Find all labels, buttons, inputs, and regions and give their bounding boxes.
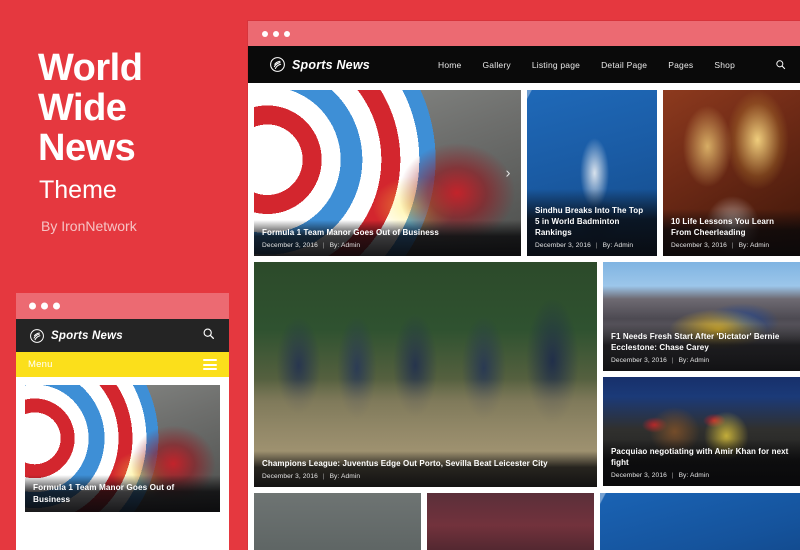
- mobile-site-brand[interactable]: Sports News: [30, 328, 123, 343]
- hero-main-caption: Formula 1 Team Manor Goes Out of Busines…: [254, 220, 521, 256]
- mobile-window-minimize-dot[interactable]: [41, 302, 48, 310]
- secondary-row: Champions League: Juventus Edge Out Port…: [254, 262, 800, 487]
- meta-separator: |: [595, 242, 598, 249]
- swirl-logo-icon: [270, 57, 285, 72]
- mobile-window-maximize-dot[interactable]: [53, 302, 60, 310]
- hero-side-1-meta: December 3, 2016 | By: Admin: [535, 242, 649, 249]
- featured-author: By: Admin: [329, 473, 361, 480]
- hero-side-2-date: December 3, 2016: [671, 242, 727, 249]
- right-card-2-meta: December 3, 2016 | By: Admin: [611, 472, 794, 479]
- hero-card-cheerleading[interactable]: 10 Life Lessons You Learn From Cheerlead…: [663, 90, 800, 256]
- hero-card-badminton[interactable]: Sindhu Breaks Into The Top 5 in World Ba…: [527, 90, 657, 256]
- meta-separator: |: [671, 357, 674, 364]
- nav-item-home[interactable]: Home: [438, 60, 461, 70]
- hero-side-1-title: Sindhu Breaks Into The Top 5 in World Ba…: [535, 206, 644, 237]
- hero-side-1-author: By: Admin: [602, 242, 634, 249]
- nav-item-gallery[interactable]: Gallery: [483, 60, 511, 70]
- desktop-window-chrome: [248, 21, 800, 46]
- hero-side-2-meta: December 3, 2016 | By: Admin: [671, 242, 794, 249]
- hero-side-2-author: By: Admin: [738, 242, 770, 249]
- mobile-content: Formula 1 Team Manor Goes Out of Busines…: [16, 377, 229, 512]
- window-control-dots: [262, 30, 290, 37]
- screenshot-root: World Wide News Theme By IronNetwork Spo…: [0, 0, 800, 550]
- nav-item-shop[interactable]: Shop: [714, 60, 735, 70]
- mobile-site-brand-label: Sports News: [51, 329, 123, 342]
- bottom-card-3[interactable]: [600, 493, 800, 550]
- hero-main-author: By: Admin: [329, 242, 361, 249]
- right-card-2-title: Pacquiao negotiating with Amir Khan for …: [611, 447, 789, 467]
- featured-caption: Champions League: Juventus Edge Out Port…: [254, 451, 597, 487]
- card-f1-fresh-start[interactable]: F1 Needs Fresh Start After 'Dictator' Be…: [603, 262, 800, 371]
- site-brand-label: Sports News: [292, 57, 370, 72]
- hero-main-date: December 3, 2016: [262, 242, 318, 249]
- window-close-dot[interactable]: [262, 30, 268, 37]
- swirl-logo-icon: [30, 328, 44, 343]
- chevron-left-icon[interactable]: ‹: [260, 165, 274, 182]
- bottom-card-2[interactable]: [427, 493, 594, 550]
- search-icon[interactable]: [202, 327, 215, 345]
- page-title: World Wide News: [38, 48, 238, 168]
- search-icon[interactable]: [775, 59, 786, 70]
- hamburger-icon[interactable]: [203, 359, 217, 370]
- bottom-card-1-image: [254, 493, 421, 550]
- right-card-1-caption: F1 Needs Fresh Start After 'Dictator' Be…: [603, 324, 800, 371]
- promo-title-line-1: World: [38, 47, 143, 89]
- hero-side-1-date: December 3, 2016: [535, 242, 591, 249]
- mobile-browser-mockup: Sports News Menu Formula 1 Team Manor Go…: [16, 293, 229, 550]
- right-card-1-author: By: Admin: [678, 357, 710, 364]
- hero-slider[interactable]: ‹ › Formula 1 Team Manor Goes Out of Bus…: [254, 90, 521, 256]
- hero-main-title: Formula 1 Team Manor Goes Out of Busines…: [262, 228, 439, 237]
- right-card-column: F1 Needs Fresh Start After 'Dictator' Be…: [603, 262, 800, 487]
- nav-item-detail-page[interactable]: Detail Page: [601, 60, 647, 70]
- featured-title: Champions League: Juventus Edge Out Port…: [262, 459, 548, 468]
- right-card-1-date: December 3, 2016: [611, 357, 667, 364]
- hero-side-2-title: 10 Life Lessons You Learn From Cheerlead…: [671, 217, 775, 237]
- card-pacquiao-khan[interactable]: Pacquiao negotiating with Amir Khan for …: [603, 377, 800, 486]
- window-minimize-dot[interactable]: [273, 30, 279, 37]
- right-card-2-author: By: Admin: [678, 472, 710, 479]
- mobile-window-close-dot[interactable]: [29, 302, 36, 310]
- bottom-card-3-image: [600, 493, 800, 550]
- mobile-card-title: Formula 1 Team Manor Goes Out of Busines…: [33, 483, 175, 504]
- site-content: ‹ › Formula 1 Team Manor Goes Out of Bus…: [248, 83, 800, 550]
- nav-item-listing-page[interactable]: Listing page: [532, 60, 580, 70]
- meta-separator: |: [671, 472, 674, 479]
- nav-item-pages[interactable]: Pages: [668, 60, 693, 70]
- promo-credit: By IronNetwork: [41, 218, 137, 234]
- hero-side-1-caption: Sindhu Breaks Into The Top 5 in World Ba…: [527, 189, 657, 256]
- bottom-row: [254, 493, 800, 550]
- right-card-1-title: F1 Needs Fresh Start After 'Dictator' Be…: [611, 332, 780, 352]
- right-card-2-date: December 3, 2016: [611, 472, 667, 479]
- promo-title-line-2: Wide: [38, 87, 127, 129]
- meta-separator: |: [322, 473, 325, 480]
- hero-side-2-caption: 10 Life Lessons You Learn From Cheerlead…: [663, 209, 800, 256]
- meta-separator: |: [322, 242, 325, 249]
- mobile-navbar: Sports News: [16, 319, 229, 352]
- mobile-window-chrome: [16, 293, 229, 319]
- mobile-window-control-dots: [29, 302, 60, 310]
- mobile-card-caption: Formula 1 Team Manor Goes Out of Busines…: [25, 475, 220, 512]
- mobile-card-formula1[interactable]: Formula 1 Team Manor Goes Out of Busines…: [25, 385, 220, 512]
- promo-subtitle: Theme: [39, 176, 117, 204]
- chevron-right-icon[interactable]: ›: [501, 165, 515, 182]
- main-nav: Home Gallery Listing page Detail Page Pa…: [438, 59, 786, 70]
- meta-separator: |: [731, 242, 734, 249]
- site-navbar: Sports News Home Gallery Listing page De…: [248, 46, 800, 83]
- featured-meta: December 3, 2016 | By: Admin: [262, 473, 589, 480]
- promo-title-line-3: News: [38, 127, 136, 169]
- hero-row: ‹ › Formula 1 Team Manor Goes Out of Bus…: [254, 90, 800, 256]
- right-card-1-meta: December 3, 2016 | By: Admin: [611, 357, 794, 364]
- mobile-menu-bar[interactable]: Menu: [16, 352, 229, 377]
- right-card-2-caption: Pacquiao negotiating with Amir Khan for …: [603, 439, 800, 486]
- bottom-card-1[interactable]: [254, 493, 421, 550]
- bottom-card-2-image: [427, 493, 594, 550]
- site-brand[interactable]: Sports News: [270, 57, 370, 72]
- featured-card-champions-league[interactable]: Champions League: Juventus Edge Out Port…: [254, 262, 597, 487]
- desktop-browser-mockup: Sports News Home Gallery Listing page De…: [248, 21, 800, 550]
- hero-main-meta: December 3, 2016 | By: Admin: [262, 242, 513, 249]
- window-maximize-dot[interactable]: [284, 30, 290, 37]
- mobile-menu-label: Menu: [28, 359, 53, 370]
- featured-date: December 3, 2016: [262, 473, 318, 480]
